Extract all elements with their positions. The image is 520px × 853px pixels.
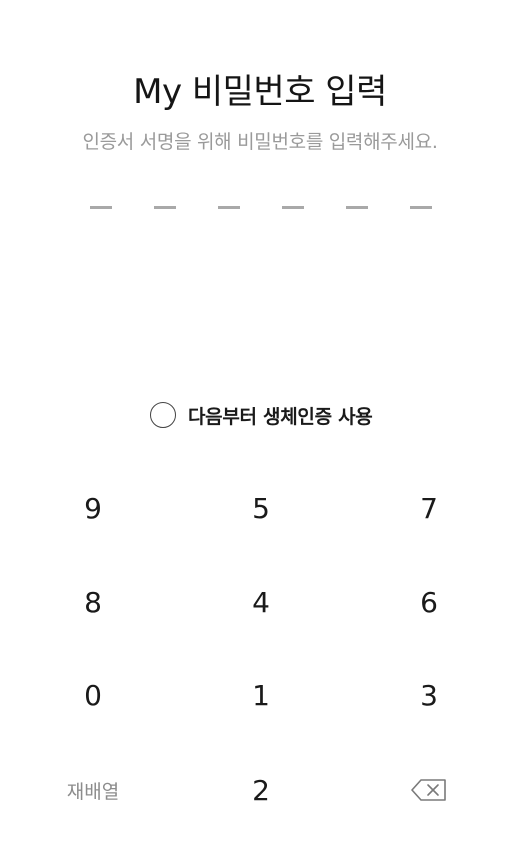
pin-slot-5	[346, 206, 368, 209]
key-8[interactable]: 8	[33, 572, 153, 632]
pin-slot-1	[90, 206, 112, 209]
shuffle-button[interactable]: 재배열	[33, 760, 153, 820]
pin-slot-2	[154, 206, 176, 209]
pin-slot-4	[282, 206, 304, 209]
key-5[interactable]: 5	[201, 478, 321, 538]
key-9[interactable]: 9	[33, 478, 153, 538]
page-subtitle: 인증서 서명을 위해 비밀번호를 입력해주세요.	[82, 131, 438, 153]
key-4[interactable]: 4	[201, 572, 321, 632]
pin-slot-3	[218, 206, 240, 209]
backspace-icon	[411, 779, 447, 801]
pin-indicator	[90, 206, 432, 210]
page-title: My 비밀번호 입력	[133, 72, 387, 112]
key-6[interactable]: 6	[369, 572, 489, 632]
biometric-toggle[interactable]: 다음부터 생체인증 사용	[150, 400, 373, 430]
key-1[interactable]: 1	[201, 665, 321, 725]
key-0[interactable]: 0	[33, 665, 153, 725]
biometric-radio[interactable]	[150, 402, 176, 428]
key-7[interactable]: 7	[369, 478, 489, 538]
backspace-button[interactable]	[369, 760, 489, 820]
biometric-label: 다음부터 생체인증 사용	[188, 405, 373, 428]
key-3[interactable]: 3	[369, 665, 489, 725]
pin-slot-6	[410, 206, 432, 209]
key-2[interactable]: 2	[201, 760, 321, 820]
